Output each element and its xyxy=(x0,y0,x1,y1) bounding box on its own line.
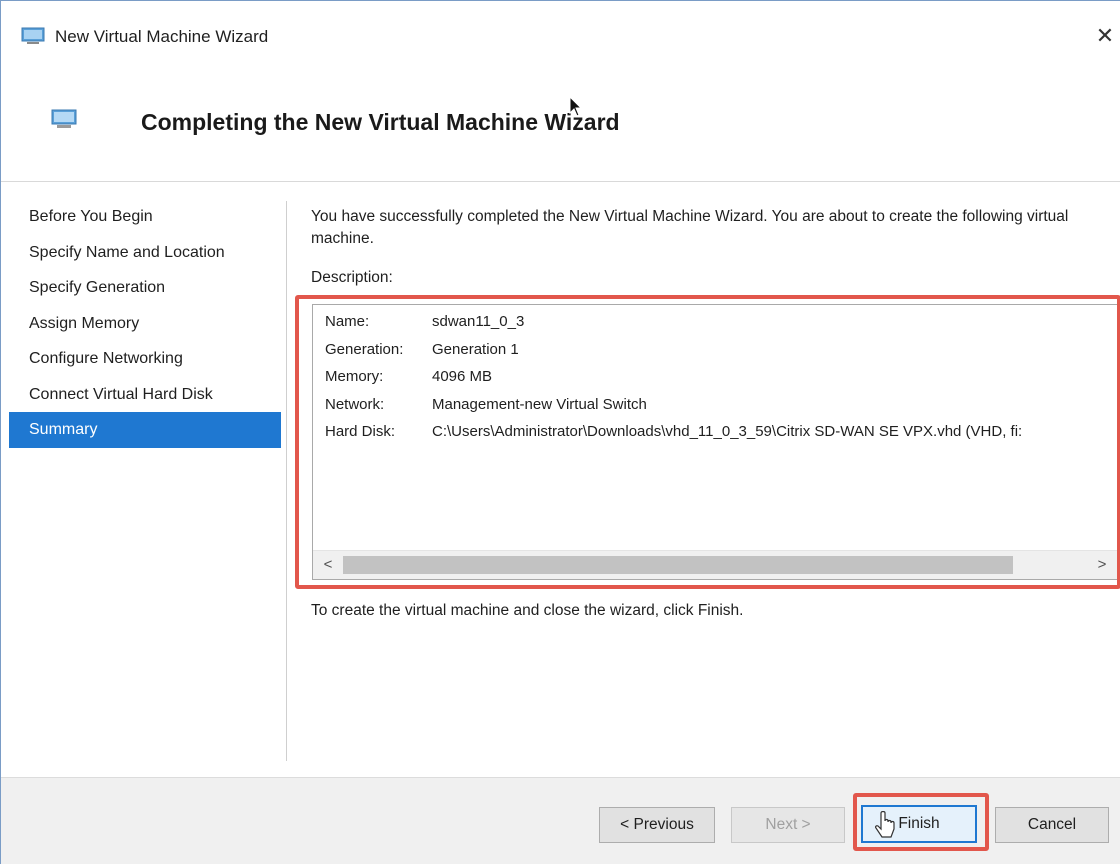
nav-item-specify-name-and-location[interactable]: Specify Name and Location xyxy=(9,235,281,271)
nav-item-specify-generation[interactable]: Specify Generation xyxy=(9,270,281,306)
nav-item-summary[interactable]: Summary xyxy=(9,412,281,448)
close-icon: ✕ xyxy=(1095,23,1115,48)
nav-item-connect-virtual-hard-disk[interactable]: Connect Virtual Hard Disk xyxy=(9,377,281,413)
wizard-window: New Virtual Machine Wizard ✕ Completing … xyxy=(0,0,1120,864)
nav-item-before-you-begin[interactable]: Before You Begin xyxy=(9,199,281,235)
intro-text: You have successfully completed the New … xyxy=(311,208,1069,247)
window-title: New Virtual Machine Wizard xyxy=(55,27,269,46)
cancel-button[interactable]: Cancel xyxy=(995,807,1109,843)
virtual-machine-icon xyxy=(51,109,77,128)
nav-divider xyxy=(286,201,287,761)
summary-content: You have successfully completed the New … xyxy=(311,206,1111,250)
description-label: Description: xyxy=(311,269,393,286)
wizard-steps-nav: Before You Begin Specify Name and Locati… xyxy=(9,199,281,448)
previous-button[interactable]: < Previous xyxy=(599,807,715,843)
finish-hint-text: To create the virtual machine and close … xyxy=(311,602,744,619)
nav-item-configure-networking[interactable]: Configure Networking xyxy=(9,341,281,377)
title-bar: New Virtual Machine Wizard ✕ xyxy=(1,1,1120,73)
page-title: Completing the New Virtual Machine Wizar… xyxy=(141,109,620,135)
virtual-machine-icon xyxy=(21,27,45,44)
description-highlight-box xyxy=(295,295,1120,589)
finish-highlight-box xyxy=(853,793,989,851)
wizard-header: Completing the New Virtual Machine Wizar… xyxy=(1,73,1120,182)
nav-item-assign-memory[interactable]: Assign Memory xyxy=(9,306,281,342)
close-button[interactable]: ✕ xyxy=(1090,19,1120,53)
next-button[interactable]: Next > xyxy=(731,807,845,843)
